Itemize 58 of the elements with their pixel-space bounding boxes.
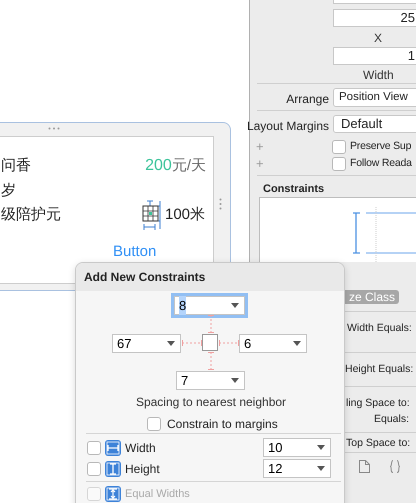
constraint-row-label: Height Equals:	[345, 362, 414, 377]
view-square	[202, 334, 218, 351]
name-label: 问香	[1, 156, 31, 176]
popover-title: Add New Constraints	[84, 269, 206, 286]
dropdown-arrow-icon	[317, 466, 325, 471]
layout-margins-popup[interactable]: Default	[333, 115, 416, 133]
spacing-constraint-icon	[207, 352, 215, 370]
spacing-constraint-icon	[219, 339, 239, 347]
resize-handle-icon	[219, 198, 222, 210]
constraint-row-label: ling Space to:	[346, 396, 410, 411]
number-dropdown[interactable]: 6	[239, 334, 307, 353]
number-dropdown[interactable]: 7	[176, 371, 245, 390]
checkbox-label: Height	[125, 461, 160, 478]
price-label: 200	[145, 156, 172, 176]
distance-label: 100米	[165, 205, 206, 225]
dropdown-arrow-icon	[293, 341, 301, 346]
checkbox[interactable]	[87, 462, 101, 476]
arrange-label: Arrange	[286, 91, 329, 108]
resize-handle-icon	[48, 127, 60, 130]
option-label: Follow Reada	[350, 156, 412, 171]
constraint-row-label: Equals:	[374, 412, 410, 427]
number-dropdown[interactable]: 67	[112, 334, 181, 353]
checkbox-label: Equal Widths	[125, 487, 190, 501]
height-constraint-icon	[105, 461, 121, 477]
option-label: Preserve Sup	[350, 139, 412, 154]
service-label: 级陪护元	[1, 205, 61, 225]
checkbox[interactable]	[332, 140, 346, 154]
number-field[interactable]: 1	[333, 47, 416, 65]
constraint-row-label: Width Equals:	[347, 321, 412, 336]
number-dropdown[interactable]: 12	[263, 459, 331, 478]
layout-margins-label: Layout Margins	[246, 118, 329, 135]
age-label: 岁	[1, 181, 16, 201]
field-caption: X	[374, 30, 382, 47]
arrange-popup[interactable]: Position View	[333, 88, 416, 107]
spacing-caption: Spacing to nearest neighbor	[136, 394, 286, 411]
dropdown-arrow-icon	[317, 445, 325, 450]
checkbox-label: Width	[125, 440, 156, 457]
document-icon[interactable]	[359, 460, 370, 473]
field-caption: Width	[363, 67, 394, 84]
constraint-row-label: Top Space to:	[346, 436, 410, 451]
number-dropdown[interactable]: 8	[174, 296, 245, 315]
checkbox[interactable]	[147, 417, 161, 431]
braces-icon[interactable]	[390, 460, 400, 473]
section-title: Constraints	[263, 182, 324, 197]
checkbox[interactable]	[332, 156, 346, 171]
unit-label: 元/天	[172, 156, 206, 176]
image-placeholder-icon	[142, 200, 162, 230]
dropdown-arrow-icon	[167, 341, 175, 346]
dropdown-arrow-icon	[231, 303, 239, 308]
spacing-constraint-icon	[182, 339, 202, 347]
checkbox-label: Constrain to margins	[167, 416, 278, 433]
number-field[interactable]: 25	[333, 9, 416, 27]
checkbox[interactable]	[87, 441, 101, 455]
dropdown-arrow-icon	[231, 378, 239, 383]
size-class-badge: ze Class	[345, 290, 400, 304]
number-dropdown[interactable]: 10	[263, 438, 331, 457]
width-constraint-icon	[105, 440, 121, 456]
spacing-constraint-icon	[207, 315, 215, 333]
